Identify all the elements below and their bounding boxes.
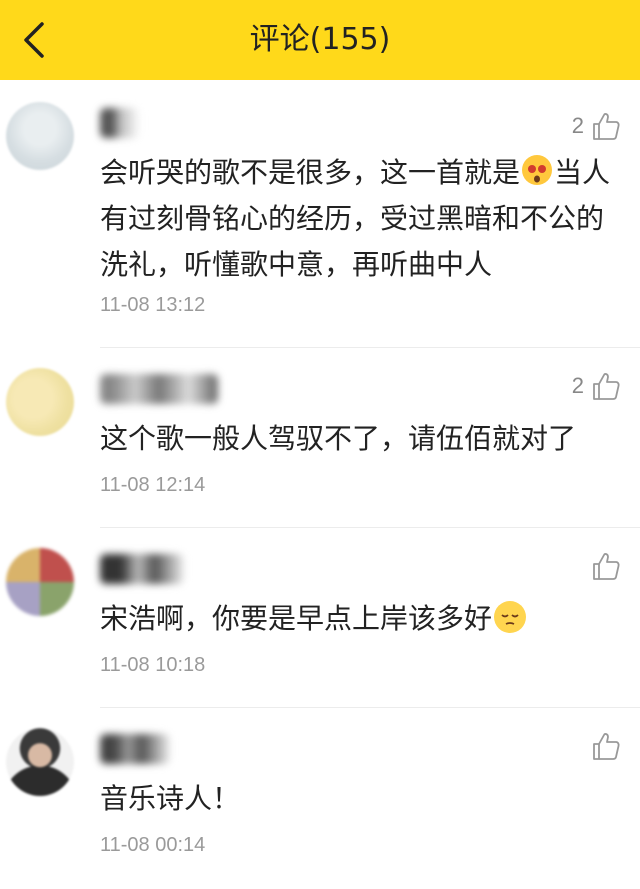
username-blurred[interactable] (100, 734, 170, 764)
avatar[interactable] (6, 102, 74, 170)
username-blurred[interactable] (100, 108, 140, 138)
comment-item: 2 这个歌一般人驾驭不了，请伍佰就对了 11-08 12:14 (0, 348, 640, 528)
username-blurred[interactable] (100, 374, 218, 404)
comment-time: 11-08 12:14 (100, 474, 206, 496)
avatar[interactable] (6, 728, 74, 796)
like-button[interactable]: 2 (572, 368, 622, 404)
thumbs-up-icon (593, 113, 620, 140)
like-button[interactable]: 2 (572, 108, 622, 144)
comment-time: 11-08 00:14 (100, 834, 206, 856)
comment-time: 11-08 10:18 (100, 654, 206, 676)
thumbs-up-icon (593, 733, 620, 760)
avatar[interactable] (6, 368, 74, 436)
top-bar: 评论(155) (0, 0, 640, 80)
comment-text: 会听哭的歌不是很多，这一首就是 当人有过刻骨铭心的经历，受过黑暗和不公的洗礼，听懂… (100, 155, 611, 281)
comment-item: 宋浩啊，你要是早点上岸该多好 11-08 10:18 (0, 528, 640, 708)
comment-item: 2 会听哭的歌不是很多，这一首就是 当人有过刻骨铭心的经历，受过黑暗和不公的洗礼，… (0, 80, 640, 348)
like-button[interactable] (584, 548, 622, 584)
comment-time: 11-08 13:12 (100, 294, 206, 316)
like-count: 2 (571, 113, 584, 138)
pensive-emoji-icon (494, 601, 527, 633)
comment-text: 音乐诗人！ (100, 782, 241, 815)
comment-item: 音乐诗人！ 11-08 00:14 (0, 708, 640, 889)
avatar[interactable] (6, 548, 74, 616)
thumbs-up-icon (593, 553, 620, 580)
astonished-emoji-icon (522, 155, 553, 185)
like-button[interactable] (584, 728, 622, 764)
thumbs-up-icon (593, 373, 620, 400)
page-title: 评论(155) (249, 22, 391, 57)
comment-text: 宋浩啊，你要是早点上岸该多好 (100, 596, 630, 642)
comment-text: 这个歌一般人驾驭不了，请伍佰就对了 (100, 422, 577, 455)
username-blurred[interactable] (100, 554, 184, 584)
like-count: 2 (571, 373, 584, 398)
